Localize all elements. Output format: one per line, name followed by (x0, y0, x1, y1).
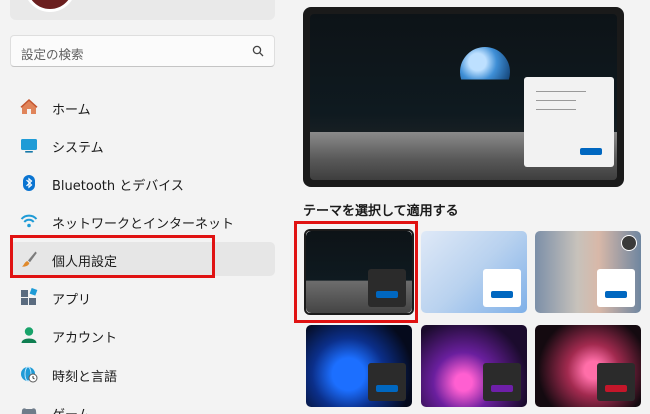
highlight-frame-personalization (10, 235, 215, 278)
preview-text-line (536, 100, 576, 101)
sidebar-item-label: 時刻と言語 (52, 370, 118, 385)
theme-thumbnail[interactable] (421, 231, 527, 313)
avatar[interactable] (24, 0, 76, 12)
search-box[interactable]: 設定の検索 (10, 35, 275, 67)
sidebar-item-label: Bluetooth とデバイス (52, 179, 184, 194)
preview-text-line (536, 91, 586, 92)
theme-accent-swatch (605, 291, 627, 298)
sidebar-item-label: アカウント (52, 331, 118, 346)
sidebar-item-bluetooth[interactable]: Bluetooth とデバイス (10, 166, 275, 200)
sidebar-item-label: アプリ (52, 293, 92, 308)
theme-thumbnail[interactable] (421, 325, 527, 407)
account-icon (21, 327, 37, 343)
sidebar-item-accounts[interactable]: アカウント (10, 318, 275, 352)
theme-thumbnail[interactable] (535, 325, 641, 407)
preview-text-line (536, 109, 576, 110)
system-icon (21, 139, 37, 153)
theme-mode-icon (621, 235, 637, 251)
theme-thumbnail[interactable] (535, 231, 641, 313)
sidebar-item-label: ゲーム (52, 404, 91, 414)
sidebar-item-home[interactable]: ホーム (10, 90, 275, 124)
earth-image (460, 47, 510, 80)
search-input[interactable]: 設定の検索 (21, 44, 84, 63)
theme-window-preview (597, 363, 635, 401)
sidebar-item-system[interactable]: システム (10, 128, 275, 162)
theme-accent-swatch (491, 385, 513, 392)
theme-window-preview (368, 363, 406, 401)
settings-sidebar: 設定の検索 ホーム システム Bluetooth とデバイス ネットワークとイン… (0, 0, 290, 414)
themes-section-title: テーマを選択して適用する (303, 204, 459, 219)
highlight-frame-theme (294, 221, 418, 323)
theme-window-preview (597, 269, 635, 307)
sidebar-item-label: システム (52, 141, 104, 156)
sidebar-item-time-language[interactable]: 時刻と言語 (10, 357, 275, 391)
home-icon (20, 98, 38, 114)
sidebar-item-label: ネットワークとインターネット (52, 217, 235, 232)
theme-thumbnail[interactable] (306, 325, 412, 407)
preview-window (524, 77, 614, 167)
sidebar-item-label: ホーム (52, 103, 91, 118)
sidebar-item-apps[interactable]: アプリ (10, 280, 275, 314)
bluetooth-icon (23, 175, 35, 191)
game-icon (21, 408, 37, 414)
theme-accent-swatch (605, 385, 627, 392)
sidebar-item-network[interactable]: ネットワークとインターネット (10, 204, 275, 238)
theme-accent-swatch (376, 385, 398, 392)
sidebar-item-gaming[interactable]: ゲーム (10, 395, 275, 414)
preview-button (580, 148, 602, 155)
theme-accent-swatch (491, 291, 513, 298)
apps-icon (21, 288, 38, 305)
preview-desktop (310, 14, 617, 180)
theme-window-preview (483, 363, 521, 401)
theme-preview (303, 7, 624, 187)
profile-header (10, 0, 275, 20)
wifi-icon (20, 214, 38, 228)
globe-clock-icon (21, 366, 38, 383)
search-icon[interactable] (252, 45, 264, 57)
theme-window-preview (483, 269, 521, 307)
